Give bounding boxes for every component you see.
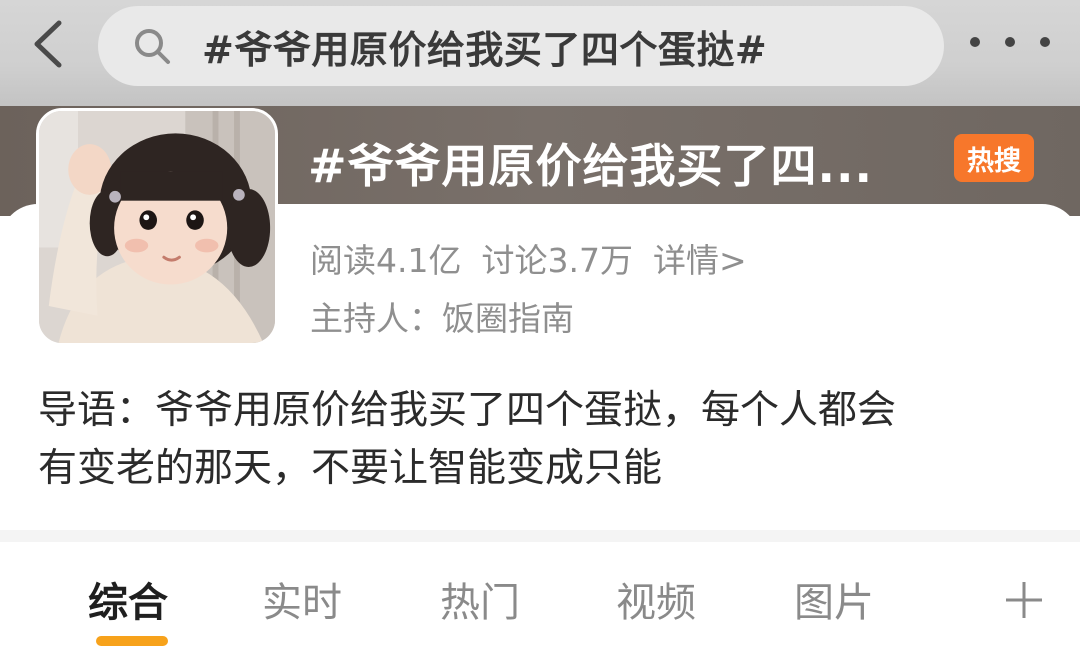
active-tab-indicator (96, 636, 168, 646)
back-button[interactable] (22, 18, 74, 70)
host-name-link[interactable]: 饭圈指南 (442, 299, 574, 338)
more-dot-icon (1040, 37, 1050, 47)
tab-images[interactable]: 图片 (794, 570, 874, 628)
chevron-left-icon (34, 20, 62, 68)
topic-stats: 阅读4.1亿 讨论3.7万 详情> (310, 234, 747, 282)
topic-host: 主持人：饭圈指南 (310, 292, 574, 340)
hot-search-badge: 热搜 (954, 134, 1034, 182)
tab-comprehensive[interactable]: 综合 (88, 570, 168, 628)
read-count: 阅读4.1亿 (310, 241, 462, 280)
more-dot-icon (970, 37, 980, 47)
search-query-text: #爷爷用原价给我买了四个蛋挞# (202, 27, 768, 72)
search-icon (132, 26, 172, 66)
tab-realtime[interactable]: 实时 (262, 570, 342, 628)
topic-title: #爷爷用原价给我买了四... (308, 139, 873, 193)
content-tabs: 综合 实时 热门 视频 图片 (0, 542, 1080, 651)
search-field[interactable]: #爷爷用原价给我买了四个蛋挞# (98, 6, 944, 86)
discussion-count: 讨论3.7万 (481, 241, 633, 280)
top-bar: #爷爷用原价给我买了四个蛋挞# (0, 0, 1080, 110)
tab-video[interactable]: 视频 (616, 570, 696, 628)
topic-avatar[interactable] (36, 108, 278, 346)
tab-popular[interactable]: 热门 (440, 570, 520, 628)
child-photo-image (39, 111, 275, 343)
host-label: 主持人： (310, 299, 442, 338)
topic-intro: 导语：爷爷用原价给我买了四个蛋挞，每个人都会 有变老的那天，不要让智能变成只能 (38, 382, 1048, 498)
details-link[interactable]: 详情> (653, 234, 747, 282)
add-tab-plus-icon[interactable] (1000, 576, 1048, 624)
intro-line: 有变老的那天，不要让智能变成只能 (38, 446, 663, 491)
more-dot-icon (1005, 37, 1015, 47)
more-options-button[interactable] (970, 24, 1050, 60)
intro-line: 导语：爷爷用原价给我买了四个蛋挞，每个人都会 (38, 388, 897, 433)
section-divider (0, 530, 1080, 542)
